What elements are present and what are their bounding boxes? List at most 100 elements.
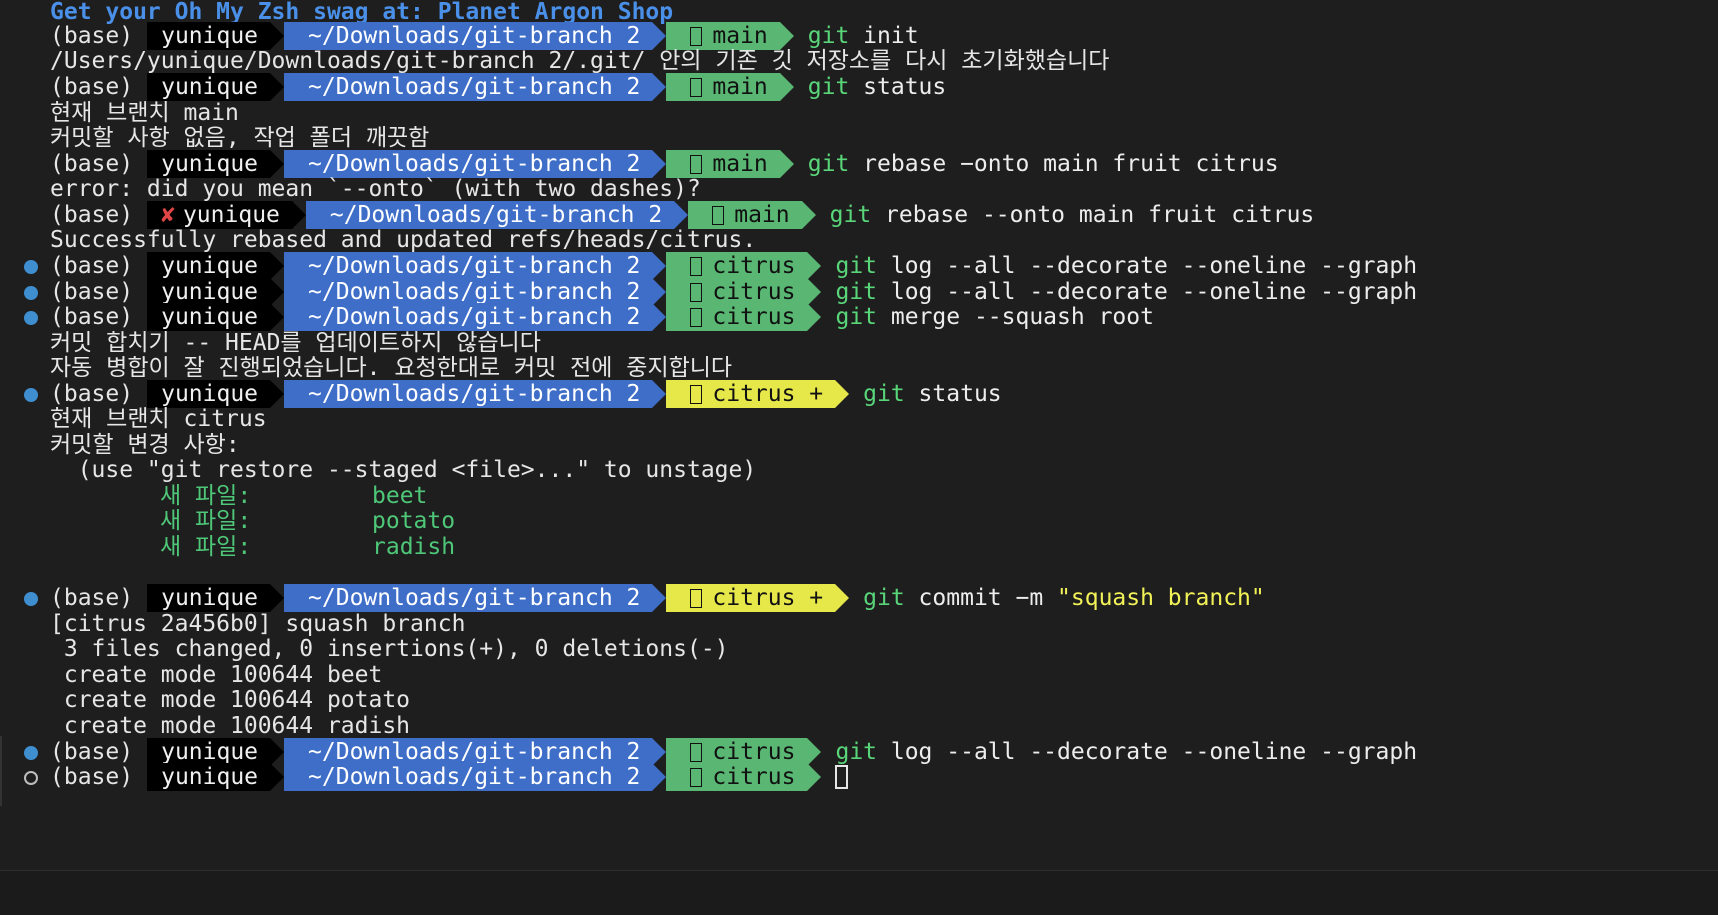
branch-segment: citrus bbox=[666, 278, 822, 306]
branch-name: main bbox=[712, 74, 768, 100]
user-segment: yunique bbox=[147, 763, 284, 791]
git-keyword: git bbox=[835, 253, 878, 279]
branch-segment: main bbox=[666, 150, 795, 178]
error-x-icon: ✘ bbox=[161, 202, 175, 228]
path-segment: ~/Downloads/git-branch 2 bbox=[284, 380, 667, 408]
prompt: (base) yunique ~/Downloads/git-branch 2 … bbox=[50, 303, 1154, 331]
command-text: git rebase −onto main fruit citrus bbox=[808, 150, 1279, 178]
conda-env-label: (base) bbox=[50, 304, 134, 330]
git-keyword: git bbox=[829, 202, 872, 228]
command-args: init bbox=[849, 23, 919, 49]
output-line: 현재 브랜치 citrus bbox=[50, 406, 267, 432]
command-args: log --all --decorate --oneline --graph bbox=[877, 253, 1418, 279]
branch-name: citrus bbox=[712, 304, 796, 330]
prompt-line: (base) yunique ~/Downloads/git-branch 2 … bbox=[0, 252, 1417, 280]
path-segment: ~/Downloads/git-branch 2 bbox=[284, 763, 667, 791]
command-status-dot[interactable] bbox=[24, 746, 38, 760]
command-text: git status bbox=[808, 73, 946, 101]
conda-env-label: (base) bbox=[50, 381, 134, 407]
prompt-line-active[interactable]: (base) yunique ~/Downloads/git-branch 2 … bbox=[0, 763, 849, 791]
prompt: (base) yunique ~/Downloads/git-branch 2 … bbox=[50, 73, 946, 101]
output-line: 커밋 합치기 -- HEAD를 업데이트하지 않습니다 bbox=[50, 330, 541, 356]
branch-name: citrus bbox=[712, 764, 796, 790]
git-branch-icon bbox=[690, 27, 703, 46]
output-line: 3 files changed, 0 insertions(+), 0 dele… bbox=[50, 636, 729, 662]
path-segment: ~/Downloads/git-branch 2 bbox=[284, 73, 667, 101]
git-keyword: git bbox=[807, 23, 850, 49]
prompt-line: (base) yunique ~/Downloads/git-branch 2 … bbox=[0, 584, 1265, 612]
branch-name: citrus bbox=[712, 253, 796, 279]
prompt: (base) yunique ~/Downloads/git-branch 2 … bbox=[50, 738, 1417, 766]
git-keyword: git bbox=[835, 279, 878, 305]
branch-name: main bbox=[712, 151, 768, 177]
path-segment: ~/Downloads/git-branch 2 bbox=[284, 584, 667, 612]
prompt: (base) yunique ~/Downloads/git-branch 2 … bbox=[50, 584, 1265, 612]
command-string-arg: "squash branch" bbox=[1057, 585, 1265, 611]
branch-name: citrus bbox=[712, 279, 796, 305]
command-args: log --all --decorate --oneline --graph bbox=[877, 279, 1418, 305]
prompt: (base) yunique ~/Downloads/git-branch 2 … bbox=[50, 380, 1002, 408]
output-line: create mode 100644 radish bbox=[50, 713, 411, 739]
output-line: 커밋할 변경 사항: bbox=[50, 432, 240, 458]
user-name: yunique bbox=[182, 202, 280, 228]
git-branch-icon bbox=[690, 78, 703, 97]
command-args: merge --squash root bbox=[877, 304, 1154, 330]
branch-name: citrus + bbox=[712, 585, 824, 611]
command-args: status bbox=[904, 381, 1002, 407]
command-args: log --all --decorate --oneline --graph bbox=[877, 739, 1418, 765]
branch-segment: citrus bbox=[666, 738, 822, 766]
output-line: create mode 100644 beet bbox=[50, 662, 383, 688]
new-file-name: radish bbox=[372, 534, 456, 560]
command-text: git log --all --decorate --oneline --gra… bbox=[835, 252, 1417, 280]
command-text: git merge --squash root bbox=[835, 303, 1154, 331]
command-status-dot[interactable] bbox=[24, 311, 38, 325]
terminal[interactable]: Get your Oh My Zsh swag at: Planet Argon… bbox=[0, 0, 1718, 870]
command-status-dot[interactable] bbox=[24, 388, 38, 402]
conda-env-label: (base) bbox=[50, 764, 134, 790]
path-segment: ~/Downloads/git-branch 2 bbox=[305, 201, 689, 229]
user-segment: yunique bbox=[147, 252, 284, 280]
command-status-dot[interactable] bbox=[24, 592, 38, 606]
new-file-label: 새 파일: bbox=[160, 534, 252, 560]
branch-segment: citrus + bbox=[666, 584, 849, 612]
new-file-name: beet bbox=[372, 483, 428, 509]
path-segment: ~/Downloads/git-branch 2 bbox=[284, 150, 667, 178]
branch-name: main bbox=[712, 23, 768, 49]
branch-name: citrus + bbox=[712, 381, 824, 407]
git-branch-icon bbox=[690, 308, 703, 327]
path-segment: ~/Downloads/git-branch 2 bbox=[284, 738, 667, 766]
conda-env-label: (base) bbox=[50, 279, 134, 305]
conda-env-label: (base) bbox=[50, 253, 134, 279]
conda-env-label: (base) bbox=[50, 74, 134, 100]
command-status-dot[interactable] bbox=[24, 771, 38, 785]
prompt-line: (base) yunique ~/Downloads/git-branch 2 … bbox=[0, 22, 919, 50]
git-branch-icon bbox=[690, 589, 703, 608]
prompt-line: (base) yunique ~/Downloads/git-branch 2 … bbox=[0, 150, 1279, 178]
output-line: /Users/yunique/Downloads/git-branch 2/.g… bbox=[50, 48, 1110, 74]
panel-edge-divider bbox=[0, 736, 2, 806]
git-keyword: git bbox=[835, 739, 878, 765]
command-args: status bbox=[849, 74, 947, 100]
user-segment: yunique bbox=[147, 73, 284, 101]
path-segment: ~/Downloads/git-branch 2 bbox=[284, 252, 667, 280]
user-segment: yunique bbox=[147, 584, 284, 612]
path-segment: ~/Downloads/git-branch 2 bbox=[284, 22, 667, 50]
conda-env-label: (base) bbox=[50, 739, 134, 765]
text-cursor[interactable] bbox=[835, 765, 849, 789]
user-segment: yunique bbox=[147, 278, 284, 306]
git-keyword: git bbox=[863, 585, 905, 611]
user-segment: yunique bbox=[147, 22, 284, 50]
command-status-dot[interactable] bbox=[24, 260, 38, 274]
branch-name: main bbox=[734, 202, 790, 228]
prompt: (base) yunique ~/Downloads/git-branch 2 … bbox=[50, 763, 849, 791]
prompt-line: (base) yunique ~/Downloads/git-branch 2 … bbox=[0, 738, 1417, 766]
output-line: [citrus 2a456b0] squash branch bbox=[50, 611, 466, 637]
prompt-line: (base) yunique ~/Downloads/git-branch 2 … bbox=[0, 73, 946, 101]
prompt-line: (base) yunique ~/Downloads/git-branch 2 … bbox=[0, 380, 1002, 408]
command-text: git commit −m "squash branch" bbox=[863, 584, 1265, 612]
branch-segment: citrus bbox=[666, 763, 822, 791]
command-status-dot[interactable] bbox=[24, 286, 38, 300]
prompt: (base) yunique ~/Downloads/git-branch 2 … bbox=[50, 22, 919, 50]
user-segment: ✘ yunique bbox=[147, 201, 306, 229]
conda-env-label: (base) bbox=[50, 23, 134, 49]
